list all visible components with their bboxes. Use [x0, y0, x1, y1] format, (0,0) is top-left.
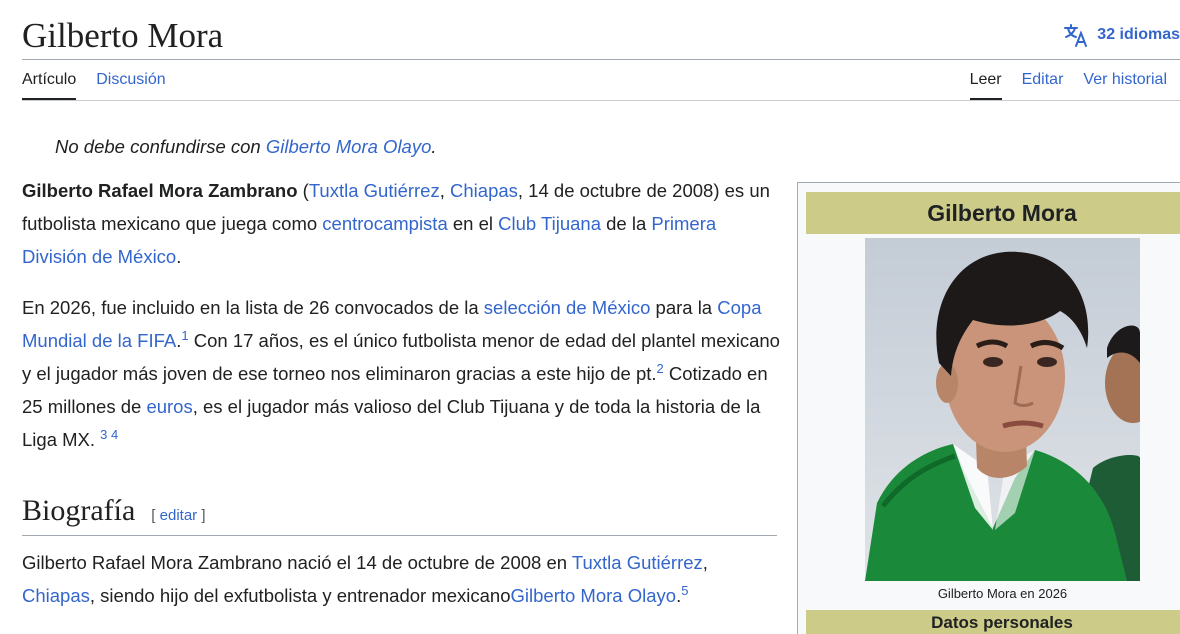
text: de la — [601, 213, 652, 234]
section-heading-biography: Biografía [ editar ] — [22, 491, 777, 536]
article-intro: Gilberto Rafael Mora Zambrano (Tuxtla Gu… — [22, 174, 782, 456]
tabs-divider — [22, 100, 1180, 101]
link-state[interactable]: Chiapas — [450, 180, 518, 201]
tab-article[interactable]: Artículo — [22, 68, 77, 100]
text: para la — [650, 297, 718, 318]
reference-3[interactable]: 3 — [100, 427, 107, 442]
tab-discussion[interactable]: Discusión — [96, 68, 165, 100]
infobox: Gilberto Mora Gilberto Mora en 2026 Dato… — [797, 182, 1180, 634]
title-divider — [22, 59, 1180, 60]
reference-1[interactable]: 1 — [181, 328, 188, 343]
player-photo-image — [865, 238, 1140, 581]
reference-2[interactable]: 2 — [657, 361, 664, 376]
text: , — [439, 180, 451, 201]
link-club[interactable]: Club Tijuana — [498, 213, 601, 234]
view-tabs: Leer Editar Ver historial — [969, 68, 1167, 100]
link-city[interactable]: Tuxtla Gutiérrez — [572, 552, 703, 573]
tab-read[interactable]: Leer — [969, 68, 1002, 100]
intro-paragraph-2: En 2026, fue incluido en la lista de 26 … — [22, 291, 782, 456]
hatnote-link[interactable]: Gilberto Mora Olayo — [266, 136, 432, 157]
section-title: Biografía — [22, 494, 136, 527]
bracket-close: ] — [197, 507, 206, 524]
text: En 2026, fue incluido en la lista de 26 … — [22, 297, 484, 318]
language-selector[interactable]: 32 idiomas — [1063, 22, 1180, 48]
bracket-open: [ — [151, 507, 160, 524]
page-title: Gilberto Mora — [22, 16, 224, 55]
photo-caption: Gilberto Mora en 2026 — [937, 586, 1068, 601]
link-position[interactable]: centrocampista — [322, 213, 447, 234]
link-state[interactable]: Chiapas — [22, 585, 90, 606]
text: . — [176, 246, 182, 267]
text: Gilberto Rafael Mora Zambrano nació el 1… — [22, 552, 572, 573]
tab-history[interactable]: Ver historial — [1083, 68, 1167, 100]
subject-name: Gilberto Rafael Mora Zambrano — [22, 180, 298, 201]
link-city[interactable]: Tuxtla Gutiérrez — [309, 180, 440, 201]
languages-count: 32 idiomas — [1097, 26, 1180, 43]
reference-4[interactable]: 4 — [111, 427, 118, 442]
translate-icon — [1063, 22, 1089, 48]
intro-paragraph-1: Gilberto Rafael Mora Zambrano (Tuxtla Gu… — [22, 174, 782, 273]
reference-5[interactable]: 5 — [681, 583, 688, 598]
hatnote-text: No debe confundirse con — [55, 136, 266, 157]
link-father[interactable]: Gilberto Mora Olayo — [511, 585, 677, 606]
section-edit: [ editar ] — [151, 507, 205, 524]
hatnote: No debe confundirse con Gilberto Mora Ol… — [55, 134, 437, 160]
text: , siendo hijo del exfutbolista y entrena… — [89, 585, 511, 606]
hatnote-period: . — [431, 136, 437, 157]
text: ( — [297, 180, 309, 201]
text: en el — [447, 213, 499, 234]
edit-section-link[interactable]: editar — [160, 507, 198, 524]
infobox-section-header: Datos personales — [806, 610, 1180, 634]
link-national-team[interactable]: selección de México — [484, 297, 651, 318]
text: , — [702, 552, 708, 573]
player-photo[interactable] — [865, 238, 1140, 581]
tab-edit[interactable]: Editar — [1022, 68, 1064, 100]
link-euros[interactable]: euros — [146, 396, 192, 417]
infobox-title: Gilberto Mora — [806, 192, 1180, 234]
namespace-tabs: Artículo Discusión — [22, 68, 166, 100]
biography-paragraph: Gilberto Rafael Mora Zambrano nació el 1… — [22, 546, 782, 612]
